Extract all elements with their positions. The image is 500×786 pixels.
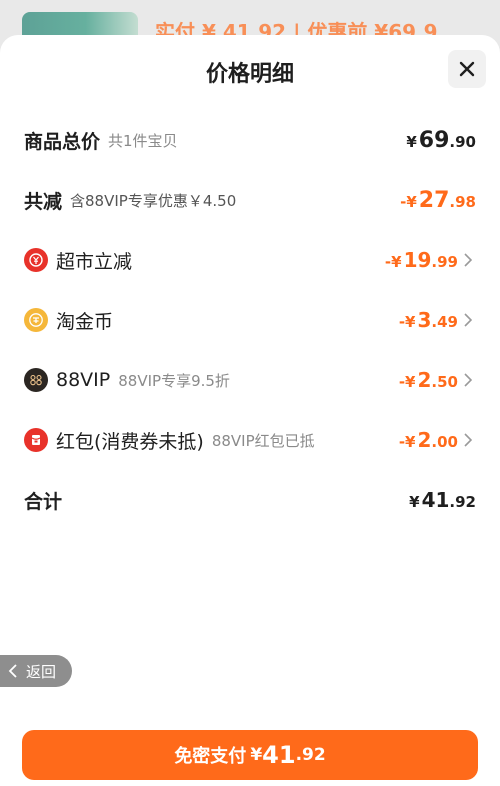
row-label: 88VIP (56, 369, 111, 391)
row-total-discount: 共减 含88VIP专享优惠￥4.50 -¥ 27 .98 (24, 183, 476, 217)
amount-decimal: .90 (449, 132, 476, 151)
88vip-icon (24, 368, 48, 392)
amount-integer: 69 (418, 127, 450, 153)
chevron-left-icon (8, 664, 17, 678)
red-packet-icon (24, 428, 48, 452)
row-sub: 含88VIP专享优惠￥4.50 (70, 191, 237, 210)
amount-integer: 27 (418, 187, 450, 213)
currency-symbol: -¥ (384, 253, 402, 271)
amount-decimal: .50 (431, 373, 458, 391)
pay-button-label: 免密支付 (174, 746, 247, 767)
amount-integer: 41 (262, 741, 296, 769)
row-sub: 88VIP红包已抵 (211, 431, 315, 450)
currency-symbol: -¥ (398, 373, 416, 391)
amount-decimal: .92 (449, 493, 476, 511)
taojinbi-coin-icon (24, 308, 48, 332)
row-amount: ¥ 69 .90 (406, 128, 476, 153)
amount-integer: 3 (417, 308, 432, 332)
row-label: 超市立减 (56, 250, 133, 273)
row-grand-total: 合计 ¥ 41 .92 (24, 483, 476, 517)
row-amount: -¥ 3 .49 (399, 308, 458, 332)
currency-symbol: ¥ (409, 493, 420, 511)
row-taojinbi[interactable]: 淘金币 -¥ 3 .49 (24, 303, 476, 337)
currency-symbol: ¥ (250, 745, 263, 765)
sheet-title: 价格明细 (205, 62, 294, 87)
chevron-right-icon (464, 312, 476, 328)
row-label: 红包(消费券未抵) (56, 430, 204, 453)
row-supermarket-discount[interactable]: 超市立减 -¥ 19 .99 (24, 243, 476, 277)
amount-integer: 2 (417, 368, 432, 392)
row-amount: -¥ 27 .98 (400, 188, 476, 213)
amount-decimal: .00 (431, 433, 458, 451)
row-amount: -¥ 19 .99 (385, 248, 458, 272)
chevron-right-icon (464, 252, 476, 268)
row-label: 共减 (24, 190, 63, 213)
row-amount: -¥ 2 .00 (399, 428, 458, 452)
row-sub: 88VIP专享9.5折 (118, 371, 230, 390)
chevron-right-icon (464, 372, 476, 388)
close-icon (459, 61, 475, 77)
amount-integer: 41 (421, 488, 450, 512)
password-free-pay-button[interactable]: 免密支付 ¥ 41 .92 (22, 730, 478, 780)
row-sub: 共1件宝贝 (108, 131, 178, 150)
row-label: 合计 (24, 490, 63, 513)
supermarket-discount-icon (24, 248, 48, 272)
chevron-right-icon (464, 432, 476, 448)
amount-integer: 19 (403, 248, 432, 272)
amount-integer: 2 (417, 428, 432, 452)
currency-symbol: -¥ (400, 192, 417, 211)
row-total-goods-price: 商品总价 共1件宝贝 ¥ 69 .90 (24, 123, 476, 157)
currency-symbol: -¥ (398, 313, 416, 331)
close-button[interactable] (448, 50, 486, 88)
back-button[interactable]: 返回 (0, 655, 72, 687)
back-label: 返回 (26, 662, 57, 681)
amount-decimal: .92 (295, 745, 326, 765)
currency-symbol: ¥ (406, 132, 417, 151)
amount-decimal: .49 (431, 313, 458, 331)
row-red-packet[interactable]: 红包(消费券未抵) 88VIP红包已抵 -¥ 2 .00 (24, 423, 476, 457)
amount-decimal: .98 (449, 192, 476, 211)
row-label: 商品总价 (24, 130, 101, 153)
row-88vip[interactable]: 88VIP 88VIP专享9.5折 -¥ 2 .50 (24, 363, 476, 397)
row-amount: -¥ 2 .50 (399, 368, 458, 392)
amount-decimal: .99 (431, 253, 458, 271)
row-label: 淘金币 (56, 310, 114, 333)
currency-symbol: -¥ (398, 433, 416, 451)
row-amount: ¥ 41 .92 (409, 488, 476, 512)
